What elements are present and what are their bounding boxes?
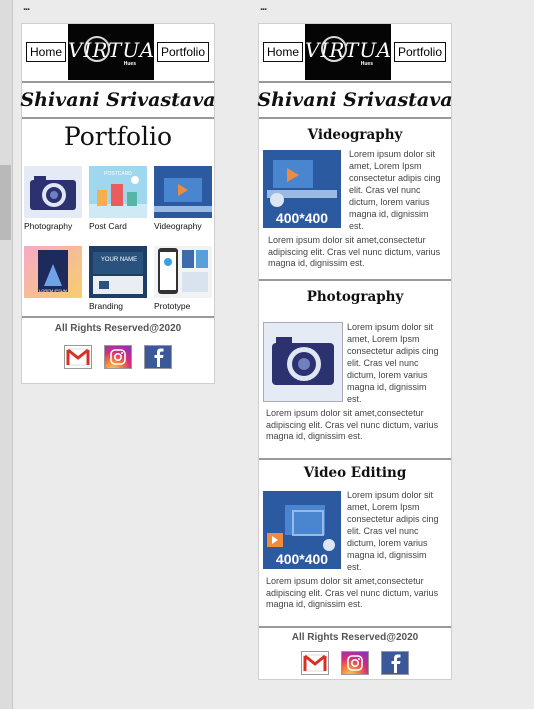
business-card-thumbnail: YOUR NAME [89,246,147,298]
section-body-text: Lorem ipsum dolor sit amet,consectetur a… [266,408,439,441]
home-button[interactable]: Home [26,42,67,62]
site-header: Home VIRTUAL Hues Portfolio [22,24,214,83]
artboard-portfolio-home: Home VIRTUAL Hues Portfolio Shivani Sriv… [20,23,216,384]
page-title: Portfolio [63,122,173,151]
postcard-thumbnail: POSTCARD [89,166,147,218]
image-size-label: 400*400 [275,210,329,226]
tile-caption: Prototype [154,301,191,311]
phone-mockup-thumbnail [154,246,212,298]
tile-caption: Videography [154,221,202,231]
logo-subtext: Hues [360,61,373,67]
section-side-text: Lorem ipsum dolor sit amet, Lorem Ipsm c… [347,322,439,404]
owner-name: Shivani Srivastava [20,83,216,119]
section-video-editing: Video Editing 400*400 Lorem ipsum dolor … [259,460,451,628]
copyright-text: All Rights Reserved@2020 [291,632,419,643]
poster-thumbnail: LOREM IPSUM [24,246,82,298]
section-title: Video Editing [303,465,407,481]
site-footer: All Rights Reserved@2020 [22,316,214,369]
section-photography: Photography Lorem ipsum dolor sit amet, … [259,281,451,460]
photography-image[interactable] [263,322,343,402]
tile-post-card[interactable]: POSTCARD Post Card [89,166,147,231]
home-button[interactable]: Home [263,42,304,62]
portfolio-grid: Photography POSTCARD Post Card Videograp… [22,158,214,316]
virtual-hues-logo: VIRTUAL Hues [305,24,391,80]
gmail-icon[interactable] [64,345,92,369]
site-header: Home VIRTUAL Hues Portfolio [259,24,451,83]
logo-text: VIRTUAL [68,38,154,62]
social-links [22,345,214,369]
tile-prototype[interactable]: Prototype [154,246,212,311]
artboard-portfolio-detail: Home VIRTUAL Hues Portfolio Shivani Sriv… [257,23,453,680]
facebook-icon[interactable] [381,651,409,675]
tile-caption: Photography [24,221,73,231]
canvas-left-ruler [0,0,13,709]
portfolio-button[interactable]: Portfolio [394,42,447,62]
section-title: Photography [306,289,404,305]
instagram-icon[interactable] [104,345,132,369]
poster-caption: LOREM IPSUM [39,288,67,293]
tile-photography[interactable]: Photography [24,166,82,231]
logo-text: VIRTUAL [305,38,391,62]
canvas-scroll-handle[interactable] [0,165,11,240]
social-links [259,651,451,675]
facebook-icon[interactable] [144,345,172,369]
site-footer: All Rights Reserved@2020 [259,632,451,675]
tile-caption: Post Card [89,221,127,231]
section-side-text: Lorem ipsum dolor sit amet, Lorem Ipsm c… [349,149,441,231]
logo-subtext: Hues [123,61,136,67]
section-body-text: Lorem ipsum dolor sit amet,consectetur a… [266,576,439,609]
videography-image[interactable]: 400*400 [263,150,341,228]
section-title: Videography [307,127,403,143]
artboard-menu-dots[interactable]: ... [23,1,30,13]
instagram-icon[interactable] [341,651,369,675]
copyright-text: All Rights Reserved@2020 [54,323,182,334]
portfolio-button[interactable]: Portfolio [157,42,210,62]
postcard-heading: POSTCARD [104,171,132,177]
video-thumbnail [154,166,212,218]
artboard-menu-dots[interactable]: ... [260,1,267,13]
owner-name: Shivani Srivastava [257,83,453,119]
tile-branding[interactable]: YOUR NAME Branding [89,246,147,311]
video-editing-image[interactable]: 400*400 [263,491,341,569]
tile-poster[interactable]: LOREM IPSUM [24,246,82,301]
gmail-icon[interactable] [301,651,329,675]
tile-caption: Branding [89,301,124,311]
business-card-name: YOUR NAME [101,257,137,263]
virtual-hues-logo: VIRTUAL Hues [68,24,154,80]
section-videography: Videography 400*400 Lorem ipsum dolor si… [259,119,451,281]
tile-videography[interactable]: Videography [154,166,212,231]
image-size-label: 400*400 [275,551,329,567]
section-side-text: Lorem ipsum dolor sit amet, Lorem Ipsm c… [347,490,439,572]
section-body-text: Lorem ipsum dolor sit amet,consectetur a… [268,235,441,268]
camera-thumbnail [24,166,82,218]
